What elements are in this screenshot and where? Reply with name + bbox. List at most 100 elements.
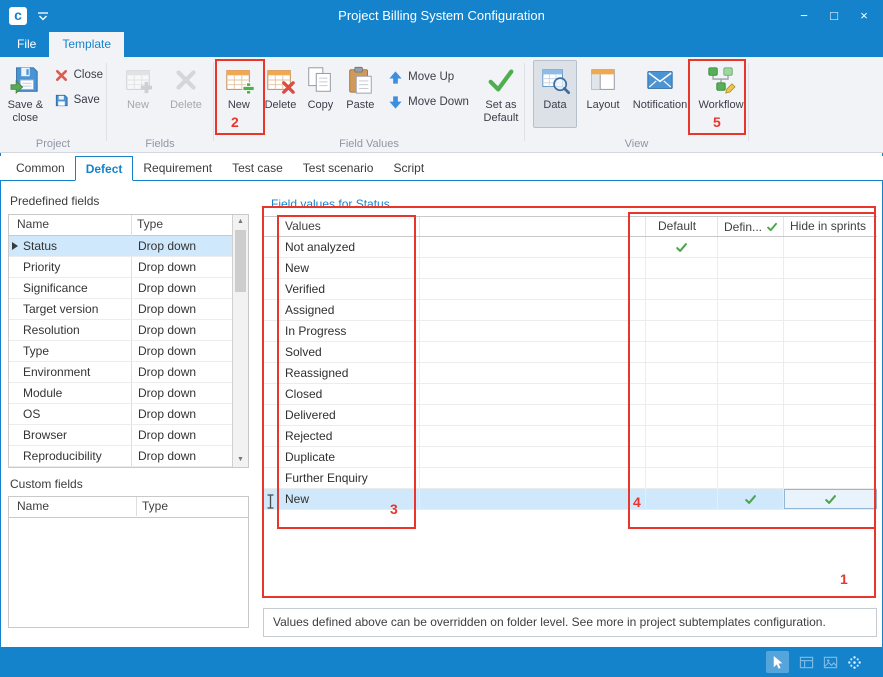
predefined-field-row[interactable]: Status Drop down xyxy=(9,236,232,257)
name-column-header[interactable]: Name xyxy=(9,215,131,235)
tab-script[interactable]: Script xyxy=(383,156,434,180)
tab-test-case[interactable]: Test case xyxy=(222,156,293,180)
defined-column-header[interactable]: Defin... xyxy=(717,217,783,236)
defined-cell[interactable] xyxy=(717,237,783,257)
default-cell[interactable] xyxy=(645,279,717,299)
defined-cell[interactable] xyxy=(717,363,783,383)
value-cell[interactable]: New xyxy=(277,489,420,509)
field-type-cell[interactable]: Drop down xyxy=(131,446,232,466)
close-window-button[interactable]: × xyxy=(849,0,879,32)
defined-cell[interactable] xyxy=(717,384,783,404)
value-cell[interactable]: Not analyzed xyxy=(277,237,420,257)
workflow-view-button[interactable]: Workflow xyxy=(695,60,747,128)
dot-pattern-button[interactable] xyxy=(843,651,866,673)
default-cell[interactable] xyxy=(645,447,717,467)
tab-common[interactable]: Common xyxy=(6,156,75,180)
new-value-button[interactable]: New xyxy=(220,60,258,128)
value-row[interactable]: Duplicate xyxy=(263,447,877,468)
minimize-button[interactable]: − xyxy=(789,0,819,32)
value-cell[interactable]: Assigned xyxy=(277,300,420,320)
default-cell[interactable] xyxy=(645,237,717,257)
defined-cell[interactable] xyxy=(717,426,783,446)
predefined-field-row[interactable]: Module Drop down xyxy=(9,383,232,404)
hide-in-sprints-cell[interactable] xyxy=(783,321,877,341)
hide-in-sprints-cell[interactable] xyxy=(783,405,877,425)
predefined-field-row[interactable]: Significance Drop down xyxy=(9,278,232,299)
notification-view-button[interactable]: Notification xyxy=(629,60,691,128)
defined-cell[interactable] xyxy=(717,447,783,467)
field-name-cell[interactable]: Resolution xyxy=(19,320,131,340)
copy-button[interactable]: Copy xyxy=(303,60,337,128)
pointer-tool-button[interactable] xyxy=(766,651,789,673)
value-row[interactable]: Rejected xyxy=(263,426,877,447)
default-cell[interactable] xyxy=(645,258,717,278)
hide-in-sprints-cell[interactable] xyxy=(783,300,877,320)
predefined-field-row[interactable]: Priority Drop down xyxy=(9,257,232,278)
value-cell[interactable]: Solved xyxy=(277,342,420,362)
field-name-cell[interactable]: Environment xyxy=(19,362,131,382)
field-name-cell[interactable]: Priority xyxy=(19,257,131,277)
value-row[interactable]: Delivered xyxy=(263,405,877,426)
field-type-cell[interactable]: Drop down xyxy=(131,236,232,256)
data-view-button[interactable]: Data xyxy=(533,60,577,128)
scroll-up-icon[interactable]: ▲ xyxy=(233,215,248,229)
field-type-cell[interactable]: Drop down xyxy=(131,320,232,340)
field-type-cell[interactable]: Drop down xyxy=(131,257,232,277)
field-name-cell[interactable]: Significance xyxy=(19,278,131,298)
field-type-cell[interactable]: Drop down xyxy=(131,383,232,403)
default-cell[interactable] xyxy=(645,321,717,341)
file-tab[interactable]: File xyxy=(4,32,49,57)
name-column-header[interactable]: Name xyxy=(9,497,136,517)
default-column-header[interactable]: Default xyxy=(645,217,717,236)
value-cell[interactable]: Verified xyxy=(277,279,420,299)
predefined-field-row[interactable]: OS Drop down xyxy=(9,404,232,425)
tab-requirement[interactable]: Requirement xyxy=(133,156,222,180)
defined-cell[interactable] xyxy=(717,489,783,509)
defined-cell[interactable] xyxy=(717,468,783,488)
field-name-cell[interactable]: Type xyxy=(19,341,131,361)
move-down-button[interactable]: Move Down xyxy=(385,91,472,113)
value-row[interactable]: Reassigned xyxy=(263,363,877,384)
field-type-cell[interactable]: Drop down xyxy=(131,341,232,361)
defined-cell[interactable] xyxy=(717,300,783,320)
hide-in-sprints-cell[interactable] xyxy=(783,384,877,404)
panel-view-button[interactable] xyxy=(795,651,818,673)
default-cell[interactable] xyxy=(645,426,717,446)
move-up-button[interactable]: Move Up xyxy=(385,66,472,88)
layout-view-button[interactable]: Layout xyxy=(581,60,625,128)
save-button[interactable]: Save xyxy=(51,89,106,111)
field-name-cell[interactable]: OS xyxy=(19,404,131,424)
field-name-cell[interactable]: Status xyxy=(19,236,131,256)
hide-in-sprints-column-header[interactable]: Hide in sprints xyxy=(783,217,877,236)
predefined-field-row[interactable]: Environment Drop down xyxy=(9,362,232,383)
save-and-close-button[interactable]: Save & close xyxy=(5,60,46,128)
predefined-field-row[interactable]: Resolution Drop down xyxy=(9,320,232,341)
default-cell[interactable] xyxy=(645,489,717,509)
defined-cell[interactable] xyxy=(717,321,783,341)
defined-cell[interactable] xyxy=(717,342,783,362)
template-tab[interactable]: Template xyxy=(49,32,124,57)
field-name-cell[interactable]: Browser xyxy=(19,425,131,445)
value-row[interactable]: Closed xyxy=(263,384,877,405)
value-cell[interactable]: Duplicate xyxy=(277,447,420,467)
hide-in-sprints-cell[interactable] xyxy=(783,363,877,383)
hide-in-sprints-cell[interactable] xyxy=(783,237,877,257)
value-cell[interactable]: Reassigned xyxy=(277,363,420,383)
hide-in-sprints-cell[interactable] xyxy=(783,468,877,488)
default-cell[interactable] xyxy=(645,342,717,362)
hide-in-sprints-cell[interactable] xyxy=(783,279,877,299)
value-cell[interactable]: New xyxy=(277,258,420,278)
value-row[interactable]: Verified xyxy=(263,279,877,300)
vertical-scrollbar[interactable]: ▲ ▼ xyxy=(232,215,248,467)
defined-cell[interactable] xyxy=(717,279,783,299)
value-cell[interactable]: In Progress xyxy=(277,321,420,341)
frame-view-button[interactable] xyxy=(819,651,842,673)
value-cell[interactable]: Rejected xyxy=(277,426,420,446)
predefined-field-row[interactable]: Target version Drop down xyxy=(9,299,232,320)
field-type-cell[interactable]: Drop down xyxy=(131,362,232,382)
paste-button[interactable]: Paste xyxy=(342,60,380,128)
field-name-cell[interactable]: Reproducibility xyxy=(19,446,131,466)
type-column-header[interactable]: Type xyxy=(136,497,248,517)
defined-cell[interactable] xyxy=(717,258,783,278)
tab-test-scenario[interactable]: Test scenario xyxy=(293,156,384,180)
